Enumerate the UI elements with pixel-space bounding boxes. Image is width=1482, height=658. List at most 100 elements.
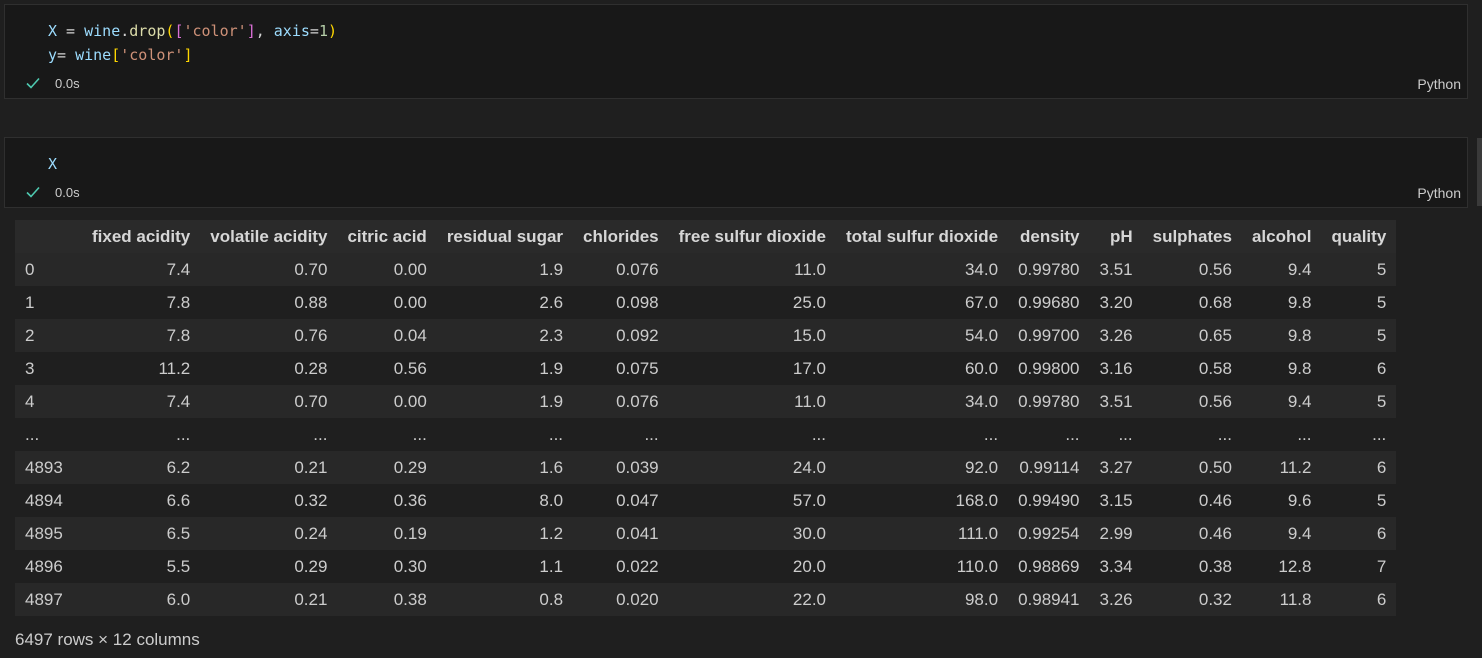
code-token: 1: [318, 22, 328, 40]
code-token: wine: [84, 22, 121, 40]
table-cell: 6.5: [166, 523, 191, 543]
table-cell: 0.99780: [1018, 391, 1080, 411]
table-cell: 0.99490: [1018, 490, 1080, 510]
code-token: 'color': [183, 22, 247, 40]
table-cell: 0.00: [393, 259, 427, 279]
language-indicator[interactable]: Python: [1417, 185, 1461, 201]
table-cell: 0.50: [1198, 457, 1232, 477]
code-line[interactable]: y= wine['color']: [48, 43, 337, 67]
row-index: 4895: [25, 523, 63, 543]
table-cell: 60.0: [964, 358, 999, 378]
table-cell: 0.65: [1198, 325, 1232, 345]
row-index: 4896: [25, 556, 63, 576]
table-cell: 1.9: [539, 358, 564, 378]
table-cell: 54.0: [964, 325, 999, 345]
code-token: =: [309, 22, 319, 40]
table-cell: 67.0: [964, 292, 999, 312]
cell-output: fixed acidity volatile acidity citric acid…: [15, 220, 1397, 650]
table-cell: ...: [1217, 424, 1232, 444]
row-index: 2: [25, 325, 35, 345]
row-index: 1: [25, 292, 35, 312]
table-cell: 0.99800: [1018, 358, 1080, 378]
column-header: pH: [1089, 220, 1143, 253]
table-cell: 0.24: [294, 523, 328, 543]
table-cell: 2.6: [539, 292, 564, 312]
code-cell-1[interactable]: X = wine.drop(['color'], axis=1) y= wine[…: [4, 4, 1468, 99]
code-token: y: [48, 46, 58, 64]
scrollbar-thumb[interactable]: [1477, 138, 1482, 206]
dataframe-shape: 6497 rows × 12 columns: [15, 630, 200, 649]
table-row: 2 7.8 0.76 0.04 2.3 0.092 15.0 54.0 0.99700 3.26 0…: [15, 319, 1397, 352]
table-cell: 0.19: [393, 523, 427, 543]
code-editor[interactable]: X = wine.drop(['color'], axis=1) y= wine[…: [48, 19, 337, 67]
row-index: 4893: [25, 457, 63, 477]
table-cell: 7.8: [166, 292, 191, 312]
table-cell: 5: [1376, 259, 1387, 279]
table-cell: 6: [1376, 523, 1387, 543]
table-cell: 0.88: [294, 292, 328, 312]
table-cell: 11.8: [1279, 589, 1312, 609]
table-cell: 3.20: [1099, 292, 1133, 312]
table-row: 3 11.2 0.28 0.56 1.9 0.075 17.0 60.0 0.99800 3.16…: [15, 352, 1397, 385]
table-cell: 0.99780: [1018, 259, 1080, 279]
table-cell: 0.99114: [1019, 457, 1080, 477]
table-cell: 7.8: [166, 325, 191, 345]
table-cell: 0.32: [1198, 589, 1232, 609]
table-cell: 34.0: [964, 391, 999, 411]
table-cell: 111.0: [958, 523, 999, 543]
code-token: =: [57, 46, 76, 64]
table-cell: 3.16: [1099, 358, 1133, 378]
table-cell: 0.98941: [1018, 589, 1080, 609]
table-header-row: fixed acidity volatile acidity citric acid…: [15, 220, 1397, 253]
table-cell: 3.51: [1099, 391, 1133, 411]
table-cell: 24.0: [792, 457, 826, 477]
table-cell: ...: [1118, 424, 1133, 444]
column-header: sulphates: [1142, 220, 1242, 253]
table-cell: 57.0: [792, 490, 826, 510]
code-cell-2[interactable]: X 0.0s Python: [4, 137, 1468, 208]
table-cell: 0.56: [1198, 391, 1232, 411]
row-index: 4897: [25, 589, 63, 609]
table-cell: 1.9: [539, 259, 564, 279]
column-header: chlorides: [573, 220, 669, 253]
table-cell: 0.70: [294, 259, 328, 279]
table-cell: ...: [548, 424, 564, 444]
table-cell: 20.0: [792, 556, 826, 576]
row-index: ...: [25, 424, 40, 444]
table-cell: 7.4: [166, 391, 191, 411]
table-cell: 92.0: [964, 457, 999, 477]
table-cell: 0.98869: [1018, 556, 1080, 576]
code-token: drop: [129, 22, 166, 40]
code-line[interactable]: X: [48, 152, 57, 176]
table-cell: 0.21: [294, 457, 328, 477]
cell-status: 0.0s: [25, 74, 80, 92]
table-cell: 0.020: [616, 589, 659, 609]
table-cell: 0.56: [393, 358, 427, 378]
code-token: X: [48, 22, 58, 40]
table-cell: 9.6: [1287, 490, 1312, 510]
column-header: citric acid: [337, 220, 437, 253]
table-cell: 5.5: [166, 556, 191, 576]
code-line[interactable]: X = wine.drop(['color'], axis=1): [48, 19, 337, 43]
column-header: free sulfur dioxide: [668, 220, 836, 253]
code-editor[interactable]: X: [48, 152, 57, 176]
code-token: =: [57, 22, 85, 40]
row-index: 4894: [25, 490, 63, 510]
table-cell: 0.30: [393, 556, 427, 576]
check-icon: [26, 77, 40, 89]
table-cell: ...: [811, 424, 826, 444]
code-token: .: [120, 22, 130, 40]
code-token: ]: [183, 46, 193, 64]
table-cell: 9.8: [1287, 325, 1312, 345]
table-cell: 0.00: [393, 292, 427, 312]
table-cell: 0.8: [539, 589, 564, 609]
table-row: 4894 6.6 0.32 0.36 8.0 0.047 57.0 168.0 0.99490 3…: [15, 484, 1397, 517]
column-header: quality: [1321, 220, 1397, 253]
dataframe-table: fixed acidity volatile acidity citric acid…: [15, 220, 1397, 616]
table-cell: 0.32: [294, 490, 328, 510]
table-cell: ...: [176, 424, 191, 444]
table-row: 4895 6.5 0.24 0.19 1.2 0.041 30.0 111.0 0.99254 2…: [15, 517, 1397, 550]
table-cell: 0.092: [616, 325, 659, 345]
language-indicator[interactable]: Python: [1417, 76, 1461, 92]
table-cell: 0.46: [1198, 523, 1232, 543]
